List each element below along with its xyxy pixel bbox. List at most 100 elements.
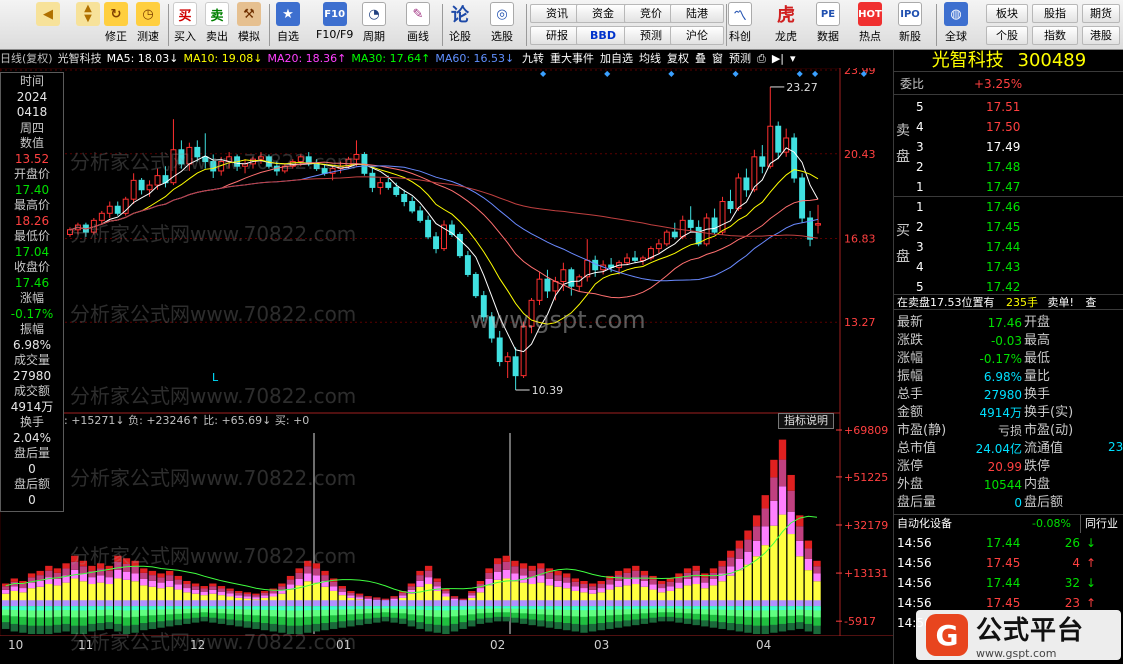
negative-bar-segment [640, 606, 649, 609]
month-label: 11 [78, 638, 94, 652]
f10-button[interactable]: F10 F10/F9 [316, 2, 353, 47]
discuss-button[interactable]: 论 论股 [448, 2, 472, 47]
volume-bar-base [399, 600, 407, 607]
candle-up [655, 243, 662, 250]
tab-nine-turn[interactable]: 九转 [522, 52, 544, 65]
buy-button[interactable]: 买 买入 [173, 2, 197, 47]
shanghai-london-button[interactable]: 沪伦 [670, 26, 724, 45]
stat-row: 涨停 20.99 跌停 [894, 458, 1123, 476]
speed-test-label: 测速 [137, 30, 159, 43]
candle-down [671, 231, 678, 238]
stock-select-label: 选股 [491, 30, 513, 43]
notice-query-button[interactable]: 查 [1085, 296, 1096, 309]
index-futures-button[interactable]: 股指 [1032, 4, 1078, 23]
price-volume-chart[interactable]: 23.9920.4316.8313.2723.2710.39L+69809+51… [0, 68, 893, 636]
index-button[interactable]: 指数 [1032, 26, 1078, 45]
select-stock-icon: ◎ [490, 2, 514, 26]
buy-order-row[interactable]: 1 17.46 [894, 198, 1123, 216]
data-button[interactable]: PE 数据 [816, 2, 840, 47]
same-industry-button[interactable]: 同行业 [1080, 515, 1118, 533]
funds-button[interactable]: 资金 [576, 4, 630, 23]
tab-forecast[interactable]: 预测 [729, 52, 751, 65]
volume-bar-segment [485, 572, 493, 579]
simulate-label: 模拟 [238, 30, 260, 43]
negative-bar-segment [623, 606, 631, 610]
speed-test-button[interactable]: ◷ 测速 [136, 2, 160, 47]
volume-bar-segment [148, 580, 157, 587]
tab-window[interactable]: 窗 [712, 52, 723, 65]
camera-icon[interactable]: ⎙ [757, 52, 766, 65]
hk-connect-button[interactable]: 陆港 [670, 4, 724, 23]
watchlist-button[interactable]: ★ 自选 [276, 2, 300, 47]
buy-order-row[interactable]: 2 17.45 [894, 218, 1123, 236]
dropdown-icon[interactable]: ▾ [790, 52, 796, 65]
volume-bar-segment [502, 569, 510, 579]
sell-order-row[interactable]: 2 17.48 [894, 158, 1123, 176]
global-button[interactable]: ◍ 全球 [944, 2, 968, 47]
indicator-help-button[interactable]: 指标说明 [778, 413, 834, 429]
sell-order-row[interactable]: 5 17.51 [894, 98, 1123, 116]
hk-stocks-button[interactable]: 港股 [1082, 26, 1120, 45]
volume-bar-base [778, 600, 787, 607]
quote-panel: 光智科技 300489 委比 +3.25% 5 17.51 4 17.50 3 17.49… [893, 50, 1123, 664]
volume-bar-base [580, 600, 588, 607]
notice-text: 在卖盘17.53位置有 [897, 296, 995, 309]
negative-bar-segment [571, 606, 580, 611]
volume-bar-base [606, 600, 614, 607]
negative-bar-segment [27, 606, 36, 611]
draw-line-button[interactable]: ✎ 画线 [406, 2, 430, 47]
period-button[interactable]: ◔ 周期 [362, 2, 386, 47]
volume-bar-segment [666, 578, 674, 582]
buy-order-row[interactable]: 3 17.44 [894, 238, 1123, 256]
ipo-button[interactable]: IPO 新股 [898, 2, 922, 47]
negative-bar-segment [692, 606, 700, 610]
fix-button[interactable]: ↻ 修正 [104, 2, 128, 47]
stat-value: -0.03 [990, 334, 1022, 348]
back-button[interactable]: ◀ [36, 2, 60, 47]
tab-add-watch[interactable]: 加自选 [600, 52, 633, 65]
tab-overlay[interactable]: 叠 [695, 52, 706, 65]
sell-button[interactable]: 卖 卖出 [205, 2, 229, 47]
volume-bar-base [424, 600, 433, 607]
volume-bar-segment [235, 592, 243, 596]
updown-button[interactable]: ▲ ▼ [76, 2, 100, 47]
notice-button[interactable]: 卖单! [1048, 296, 1074, 309]
ma60-readout: MA60: 16.53↓ [435, 52, 515, 65]
hotspot-button[interactable]: HOT 热点 [858, 2, 882, 47]
tab-major-events[interactable]: 重大事件 [550, 52, 594, 65]
sector-button[interactable]: 板块 [986, 4, 1028, 23]
volume-bar-segment [588, 583, 597, 587]
buy-order-row[interactable]: 4 17.43 [894, 258, 1123, 276]
panel-stock-code: 300489 [1017, 50, 1087, 71]
volume-bar-segment [79, 573, 88, 582]
volume-bar-segment [36, 580, 44, 587]
stat-right-label: 流通值 [1024, 441, 1064, 456]
negative-bar-segment [45, 606, 53, 611]
negative-bar-segment [433, 606, 441, 611]
ma5-readout: MA5: 18.03↓ [106, 52, 179, 65]
volume-bar-base [373, 600, 381, 607]
simulate-button[interactable]: ⚒ 模拟 [237, 2, 261, 47]
sell-order-row[interactable]: 1 17.47 [894, 178, 1123, 196]
star-market-button[interactable]: 〽 科创 [728, 2, 752, 47]
tab-restore-rights[interactable]: 复权 [667, 52, 689, 65]
sector-name[interactable]: 自动化设备 [897, 515, 952, 533]
candle-down [202, 156, 209, 163]
volume-bar-segment [494, 571, 502, 580]
volume-bar-segment [494, 558, 502, 565]
futures-button[interactable]: 期货 [1082, 4, 1120, 23]
tab-ma[interactable]: 均线 [639, 52, 661, 65]
negative-bar-segment [347, 606, 355, 610]
bbd-button[interactable]: BBD [576, 26, 630, 45]
volume-bar-segment [217, 586, 226, 589]
volume-bar-segment [563, 577, 571, 583]
stocks-button[interactable]: 个股 [986, 26, 1028, 45]
expand-icon[interactable]: ▶| [772, 52, 784, 65]
candle-down [385, 182, 392, 188]
dragon-tiger-button[interactable]: 虎 龙虎 [774, 2, 798, 47]
sell-order-row[interactable]: 3 17.49 [894, 138, 1123, 156]
sell-order-row[interactable]: 4 17.50 [894, 118, 1123, 136]
chart-mode[interactable]: 日线(复权) [0, 52, 53, 65]
stock-select-button[interactable]: ◎ 选股 [490, 2, 514, 47]
negative-bar-segment [140, 606, 148, 610]
